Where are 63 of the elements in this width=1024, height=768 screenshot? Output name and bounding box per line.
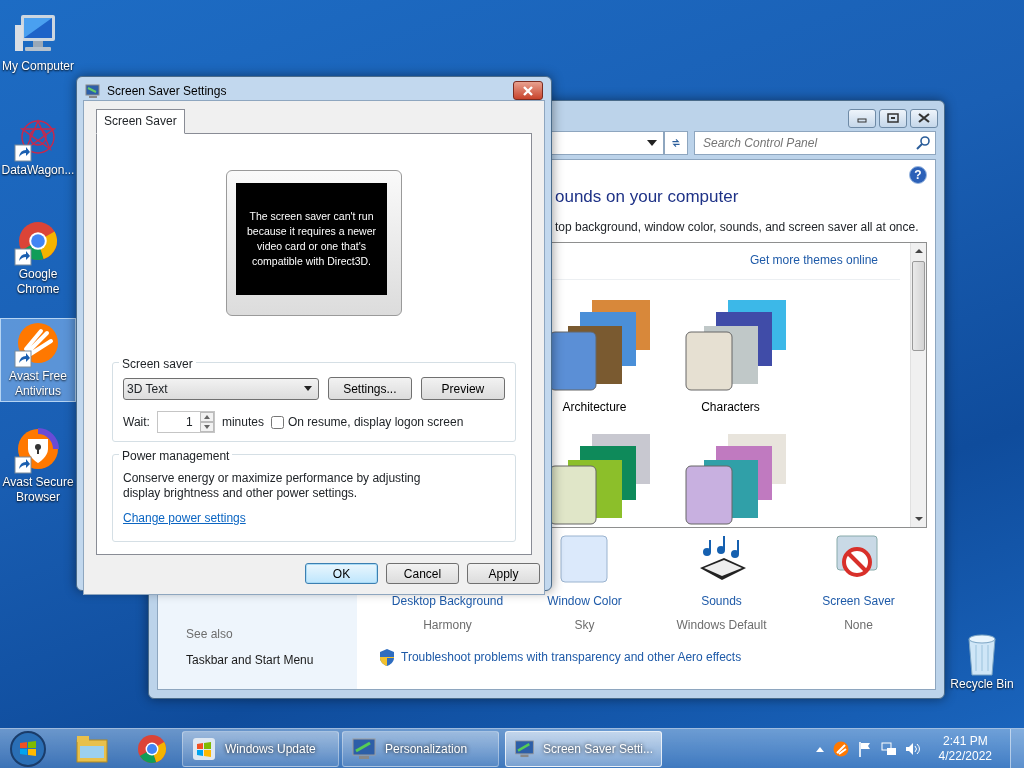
search-icon [916, 136, 930, 150]
scroll-up-icon[interactable] [915, 248, 923, 253]
close-icon [521, 84, 535, 97]
search-field[interactable]: Search Control Panel [694, 131, 936, 155]
section-label: See also [186, 626, 234, 643]
close-button[interactable] [513, 81, 543, 100]
windows-flag-icon [191, 735, 217, 762]
wait-label: Wait: [123, 414, 150, 431]
shield-icon [379, 647, 395, 666]
avast-icon[interactable] [832, 740, 849, 757]
dialog-button[interactable]: Apply [467, 563, 540, 584]
power-settings-link[interactable]: Change power settings [123, 509, 246, 527]
refresh-icon [671, 136, 681, 150]
setting-link[interactable]: Sounds [701, 591, 742, 610]
setting-value: Windows Default [676, 616, 767, 634]
dialog-button[interactable]: Cancel [386, 563, 459, 584]
scroll-down-icon[interactable] [915, 516, 923, 521]
desktop-shortcut[interactable]: DataWagon... [0, 112, 76, 181]
monitor-icon [85, 82, 101, 99]
close-icon [916, 112, 932, 124]
themes-link[interactable]: Get more themes online [749, 250, 878, 269]
theme-label[interactable]: Characters [701, 397, 760, 416]
minutes-label: minutes [221, 414, 264, 431]
network-icon[interactable] [880, 740, 897, 757]
dialog-button[interactable]: OK [305, 563, 378, 584]
spin-arrows-icon [199, 412, 214, 432]
desktop-shortcut[interactable]: Avast Secure Browser [0, 424, 76, 508]
close-button[interactable] [910, 108, 938, 128]
preview-button[interactable]: Preview [420, 377, 505, 400]
troubleshoot-link[interactable]: Troubleshoot problems with transparency and other Aero effects [401, 647, 742, 666]
maximize-icon [885, 112, 901, 124]
settings-button[interactable]: Settings... [327, 377, 412, 400]
checkbox-label[interactable]: On resume, display logon screen [287, 413, 464, 431]
theme-label[interactable]: Architecture [562, 397, 627, 416]
dropdown-arrow-icon [303, 386, 312, 391]
setting-value: None [844, 616, 873, 634]
clock[interactable]: 2:41 PM 4/22/2022 [938, 733, 992, 764]
power-description: Conserve energy or maximize performance by adjusting display brightness and other power settings. [123, 471, 422, 501]
screen-saver-dropdown[interactable]: 3D Text [123, 377, 319, 400]
scrollbar-thumb[interactable] [912, 260, 925, 351]
see-also-link[interactable]: Taskbar and Start Menu [186, 651, 357, 669]
desktop-shortcut[interactable]: Google Chrome [0, 216, 76, 300]
start-orb-icon[interactable] [8, 729, 48, 768]
page-heading: ounds on your computer [555, 186, 739, 208]
page-description: top background, window color, sounds, and screen saver all at once. [555, 219, 919, 234]
logon-checkbox[interactable] [270, 415, 284, 429]
setting-link[interactable]: Screen Saver [822, 591, 895, 610]
flag-icon[interactable] [856, 740, 873, 757]
setting-value: Harmony [423, 616, 472, 634]
maximize-button[interactable] [879, 108, 907, 128]
window-title: Screen Saver Settings [107, 82, 227, 100]
preview-message: The screen saver can't run because it requires a newer video card or one that's compatible with Direct3D. [236, 183, 387, 295]
wait-spinner[interactable]: 1 [156, 411, 215, 433]
dropdown-arrow-icon [647, 140, 657, 146]
desktop-shortcut[interactable]: My Computer [0, 8, 76, 77]
help-button[interactable]: ? [909, 166, 927, 184]
desktop-shortcut[interactable]: Recycle Bin [947, 628, 1017, 695]
setting-link[interactable]: Desktop Background [391, 591, 504, 610]
tab[interactable]: Screen Saver [96, 109, 185, 134]
setting-value: Sky [574, 616, 595, 634]
refresh-button[interactable] [664, 131, 688, 155]
monitor-icon [351, 735, 377, 762]
setting-link[interactable]: Window Color [547, 591, 622, 610]
